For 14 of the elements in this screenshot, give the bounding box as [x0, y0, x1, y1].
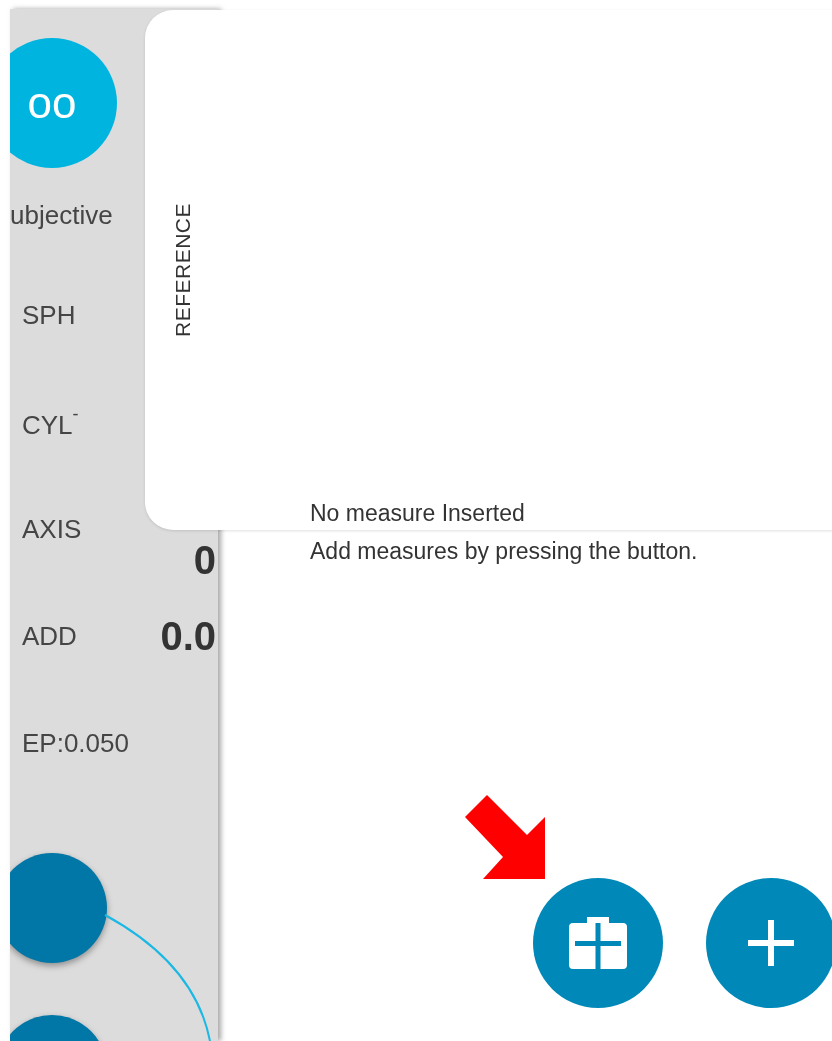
row-label: ADD [22, 621, 77, 652]
row-label: ubjective [10, 199, 113, 231]
plus-icon [748, 920, 794, 966]
pointer-arrow-icon [465, 795, 547, 879]
empty-hint: Add measures by pressing the button. [310, 537, 698, 566]
row-label: SPH [22, 300, 76, 331]
reference-tab[interactable]: REFERENCE [171, 203, 195, 337]
dial-knob[interactable] [10, 853, 107, 963]
row-value: 0 [193, 538, 216, 583]
empty-title: No measure Inserted [310, 499, 526, 528]
row-label: CYL$^{-}$ [22, 404, 79, 441]
row-label: EP:0.050 [22, 728, 129, 759]
row-value: 0.0 [160, 614, 216, 659]
row-label: AXIS [22, 514, 82, 545]
